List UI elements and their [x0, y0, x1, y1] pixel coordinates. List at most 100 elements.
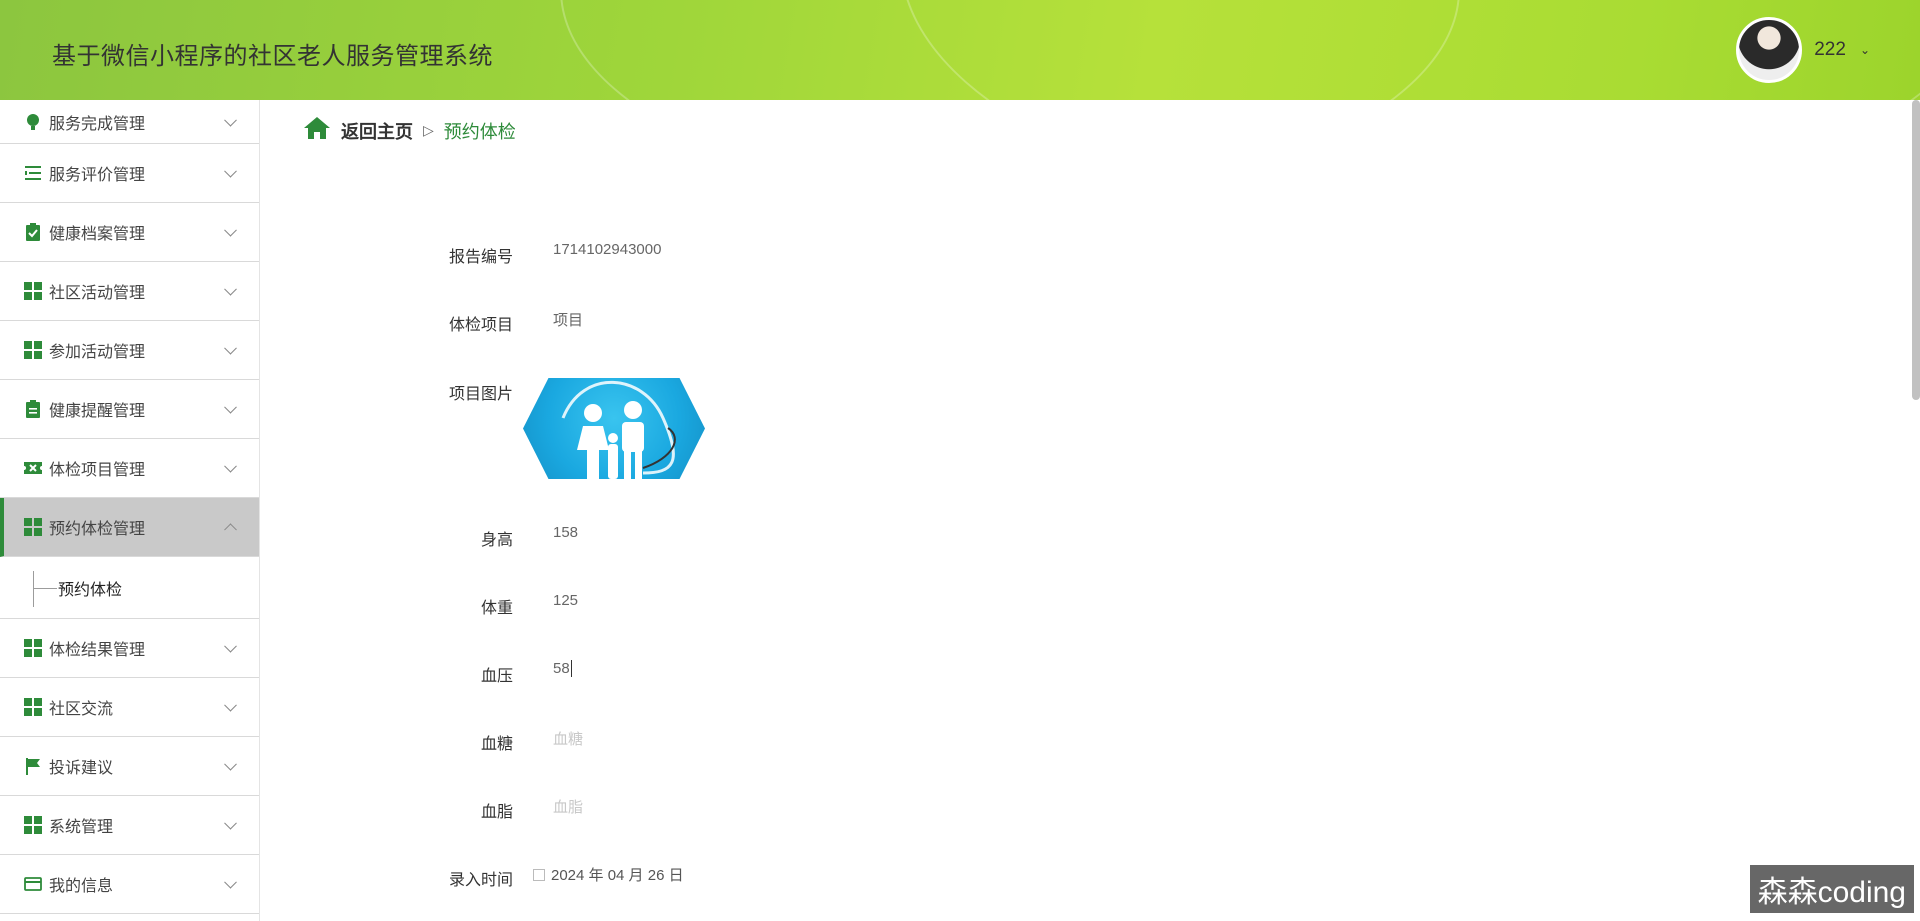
form-row-item: 体检项目 项目 — [261, 309, 583, 335]
sidebar-item-community-activity[interactable]: 社区活动管理 — [0, 262, 259, 321]
top-header: 基于微信小程序的社区老人服务管理系统 222 ⌄ — [0, 0, 1920, 100]
chevron-up-icon — [224, 523, 237, 537]
grid-icon — [24, 518, 42, 536]
scrollbar[interactable] — [1912, 100, 1920, 400]
sidebar-item-label: 健康提醒管理 — [49, 403, 146, 420]
flag-icon — [24, 757, 42, 775]
report-no-label: 报告编号 — [448, 249, 513, 266]
form-row-blood-pressure: 血压 58 — [261, 660, 572, 686]
breadcrumb-current: 预约体检 — [443, 121, 516, 142]
card-icon — [24, 875, 42, 893]
chevron-down-icon — [224, 639, 237, 653]
form-row-blood-sugar: 血糖 血糖 — [261, 728, 583, 754]
grid-icon — [24, 816, 42, 834]
chevron-down-icon — [224, 816, 237, 830]
entry-time-field[interactable]: 2024 年 04 月 26 日 — [533, 864, 684, 885]
chevron-down-icon — [224, 341, 237, 355]
blood-lipid-field[interactable]: 血脂 — [553, 796, 583, 817]
breadcrumb-separator-icon: ▷ — [423, 122, 434, 138]
sidebar-item-label: 预约体检管理 — [49, 521, 146, 538]
item-field[interactable]: 项目 — [553, 309, 583, 330]
breadcrumb: 返回主页 ▷ 预约体检 — [303, 116, 516, 145]
weight-field[interactable]: 125 — [553, 592, 578, 609]
chevron-down-icon — [224, 757, 237, 771]
home-icon[interactable] — [303, 116, 331, 145]
sidebar-item-health-record[interactable]: 健康档案管理 — [0, 203, 259, 262]
sidebar-item-label: 健康档案管理 — [49, 226, 146, 243]
form-row-height: 身高 158 — [261, 524, 578, 550]
chevron-down-icon — [224, 698, 237, 712]
form-row-image: 项目图片 — [261, 378, 705, 479]
chevron-down-icon[interactable]: ⌄ — [1860, 43, 1870, 57]
chevron-down-icon — [224, 113, 237, 127]
chevron-down-icon — [224, 875, 237, 889]
height-label: 身高 — [480, 532, 513, 549]
app-title: 基于微信小程序的社区老人服务管理系统 — [52, 43, 493, 70]
sidebar-item-join-activity[interactable]: 参加活动管理 — [0, 321, 259, 380]
blood-sugar-label: 血糖 — [480, 736, 513, 753]
sidebar-item-my-info[interactable]: 我的信息 — [0, 855, 259, 914]
form-row-blood-lipid: 血脂 血脂 — [261, 796, 583, 822]
tree-line — [33, 571, 34, 607]
sidebar-item-system[interactable]: 系统管理 — [0, 796, 259, 855]
report-no-field[interactable]: 1714102943000 — [553, 241, 661, 258]
sidebar-item-checkup-result[interactable]: 体检结果管理 — [0, 619, 259, 678]
sidebar-item-label: 我的信息 — [49, 878, 114, 895]
sidebar-item-service-review[interactable]: 服务评价管理 — [0, 144, 259, 203]
username[interactable]: 222 — [1814, 39, 1846, 61]
lightbulb-icon — [24, 113, 42, 131]
sidebar-item-health-reminder[interactable]: 健康提醒管理 — [0, 380, 259, 439]
form-row-report-no: 报告编号 1714102943000 — [261, 241, 661, 267]
grid-icon — [24, 698, 42, 716]
calendar-icon — [533, 869, 545, 881]
grid-icon — [24, 341, 42, 359]
sidebar: 服务完成管理 服务评价管理 健康档案管理 社区活动管理 参加活动管理 健康提醒管… — [0, 100, 260, 921]
grid-icon — [24, 282, 42, 300]
sidebar-item-label: 服务评价管理 — [49, 167, 146, 184]
image-label: 项目图片 — [448, 386, 513, 403]
blood-lipid-label: 血脂 — [480, 804, 513, 821]
weight-label: 体重 — [480, 600, 513, 617]
sidebar-item-label: 体检项目管理 — [49, 462, 146, 479]
item-label: 体检项目 — [448, 317, 513, 334]
entry-time-value: 2024 年 04 月 26 日 — [551, 867, 684, 884]
entry-time-label: 录入时间 — [448, 872, 513, 889]
grid-icon — [24, 639, 42, 657]
submenu-item-label: 预约体检 — [58, 581, 123, 599]
chevron-down-icon — [224, 164, 237, 178]
sidebar-item-appointment[interactable]: 预约体检管理 — [0, 498, 259, 557]
blood-sugar-field[interactable]: 血糖 — [553, 728, 583, 749]
sidebar-item-checkup-item[interactable]: 体检项目管理 — [0, 439, 259, 498]
submenu-item-appointment[interactable]: 预约体检 — [0, 557, 259, 619]
clipboard-check-icon — [24, 223, 42, 241]
chevron-down-icon — [224, 223, 237, 237]
item-image[interactable] — [523, 378, 705, 479]
sidebar-item-label: 参加活动管理 — [49, 344, 146, 361]
chevron-down-icon — [224, 459, 237, 473]
form-row-weight: 体重 125 — [261, 592, 578, 618]
tree-line — [33, 588, 57, 589]
sidebar-item-community-chat[interactable]: 社区交流 — [0, 678, 259, 737]
sidebar-item-complaint[interactable]: 投诉建议 — [0, 737, 259, 796]
main-content: 返回主页 ▷ 预约体检 报告编号 1714102943000 体检项目 项目 项… — [261, 100, 1920, 921]
height-field[interactable]: 158 — [553, 524, 578, 541]
avatar[interactable] — [1736, 17, 1803, 83]
sidebar-item-service-complete[interactable]: 服务完成管理 — [0, 100, 259, 144]
blood-pressure-field[interactable]: 58 — [553, 660, 572, 677]
sidebar-item-label: 投诉建议 — [49, 760, 114, 777]
chevron-down-icon — [224, 400, 237, 414]
sidebar-item-label: 体检结果管理 — [49, 642, 146, 659]
clipboard-icon — [24, 400, 42, 418]
form-row-entry-time: 录入时间 2024 年 04 月 26 日 — [261, 864, 684, 890]
list-icon — [24, 164, 42, 182]
sidebar-item-label: 系统管理 — [49, 819, 114, 836]
sidebar-item-label: 社区交流 — [49, 701, 114, 718]
sidebar-item-label: 社区活动管理 — [49, 285, 146, 302]
user-menu[interactable]: 222 ⌄ — [1736, 16, 1870, 84]
watermark: 森森coding — [1749, 865, 1914, 913]
blood-pressure-label: 血压 — [480, 668, 513, 685]
chevron-down-icon — [224, 282, 237, 296]
home-link[interactable]: 返回主页 — [341, 118, 413, 144]
ticket-icon — [24, 459, 42, 477]
sidebar-item-label: 服务完成管理 — [49, 115, 146, 133]
